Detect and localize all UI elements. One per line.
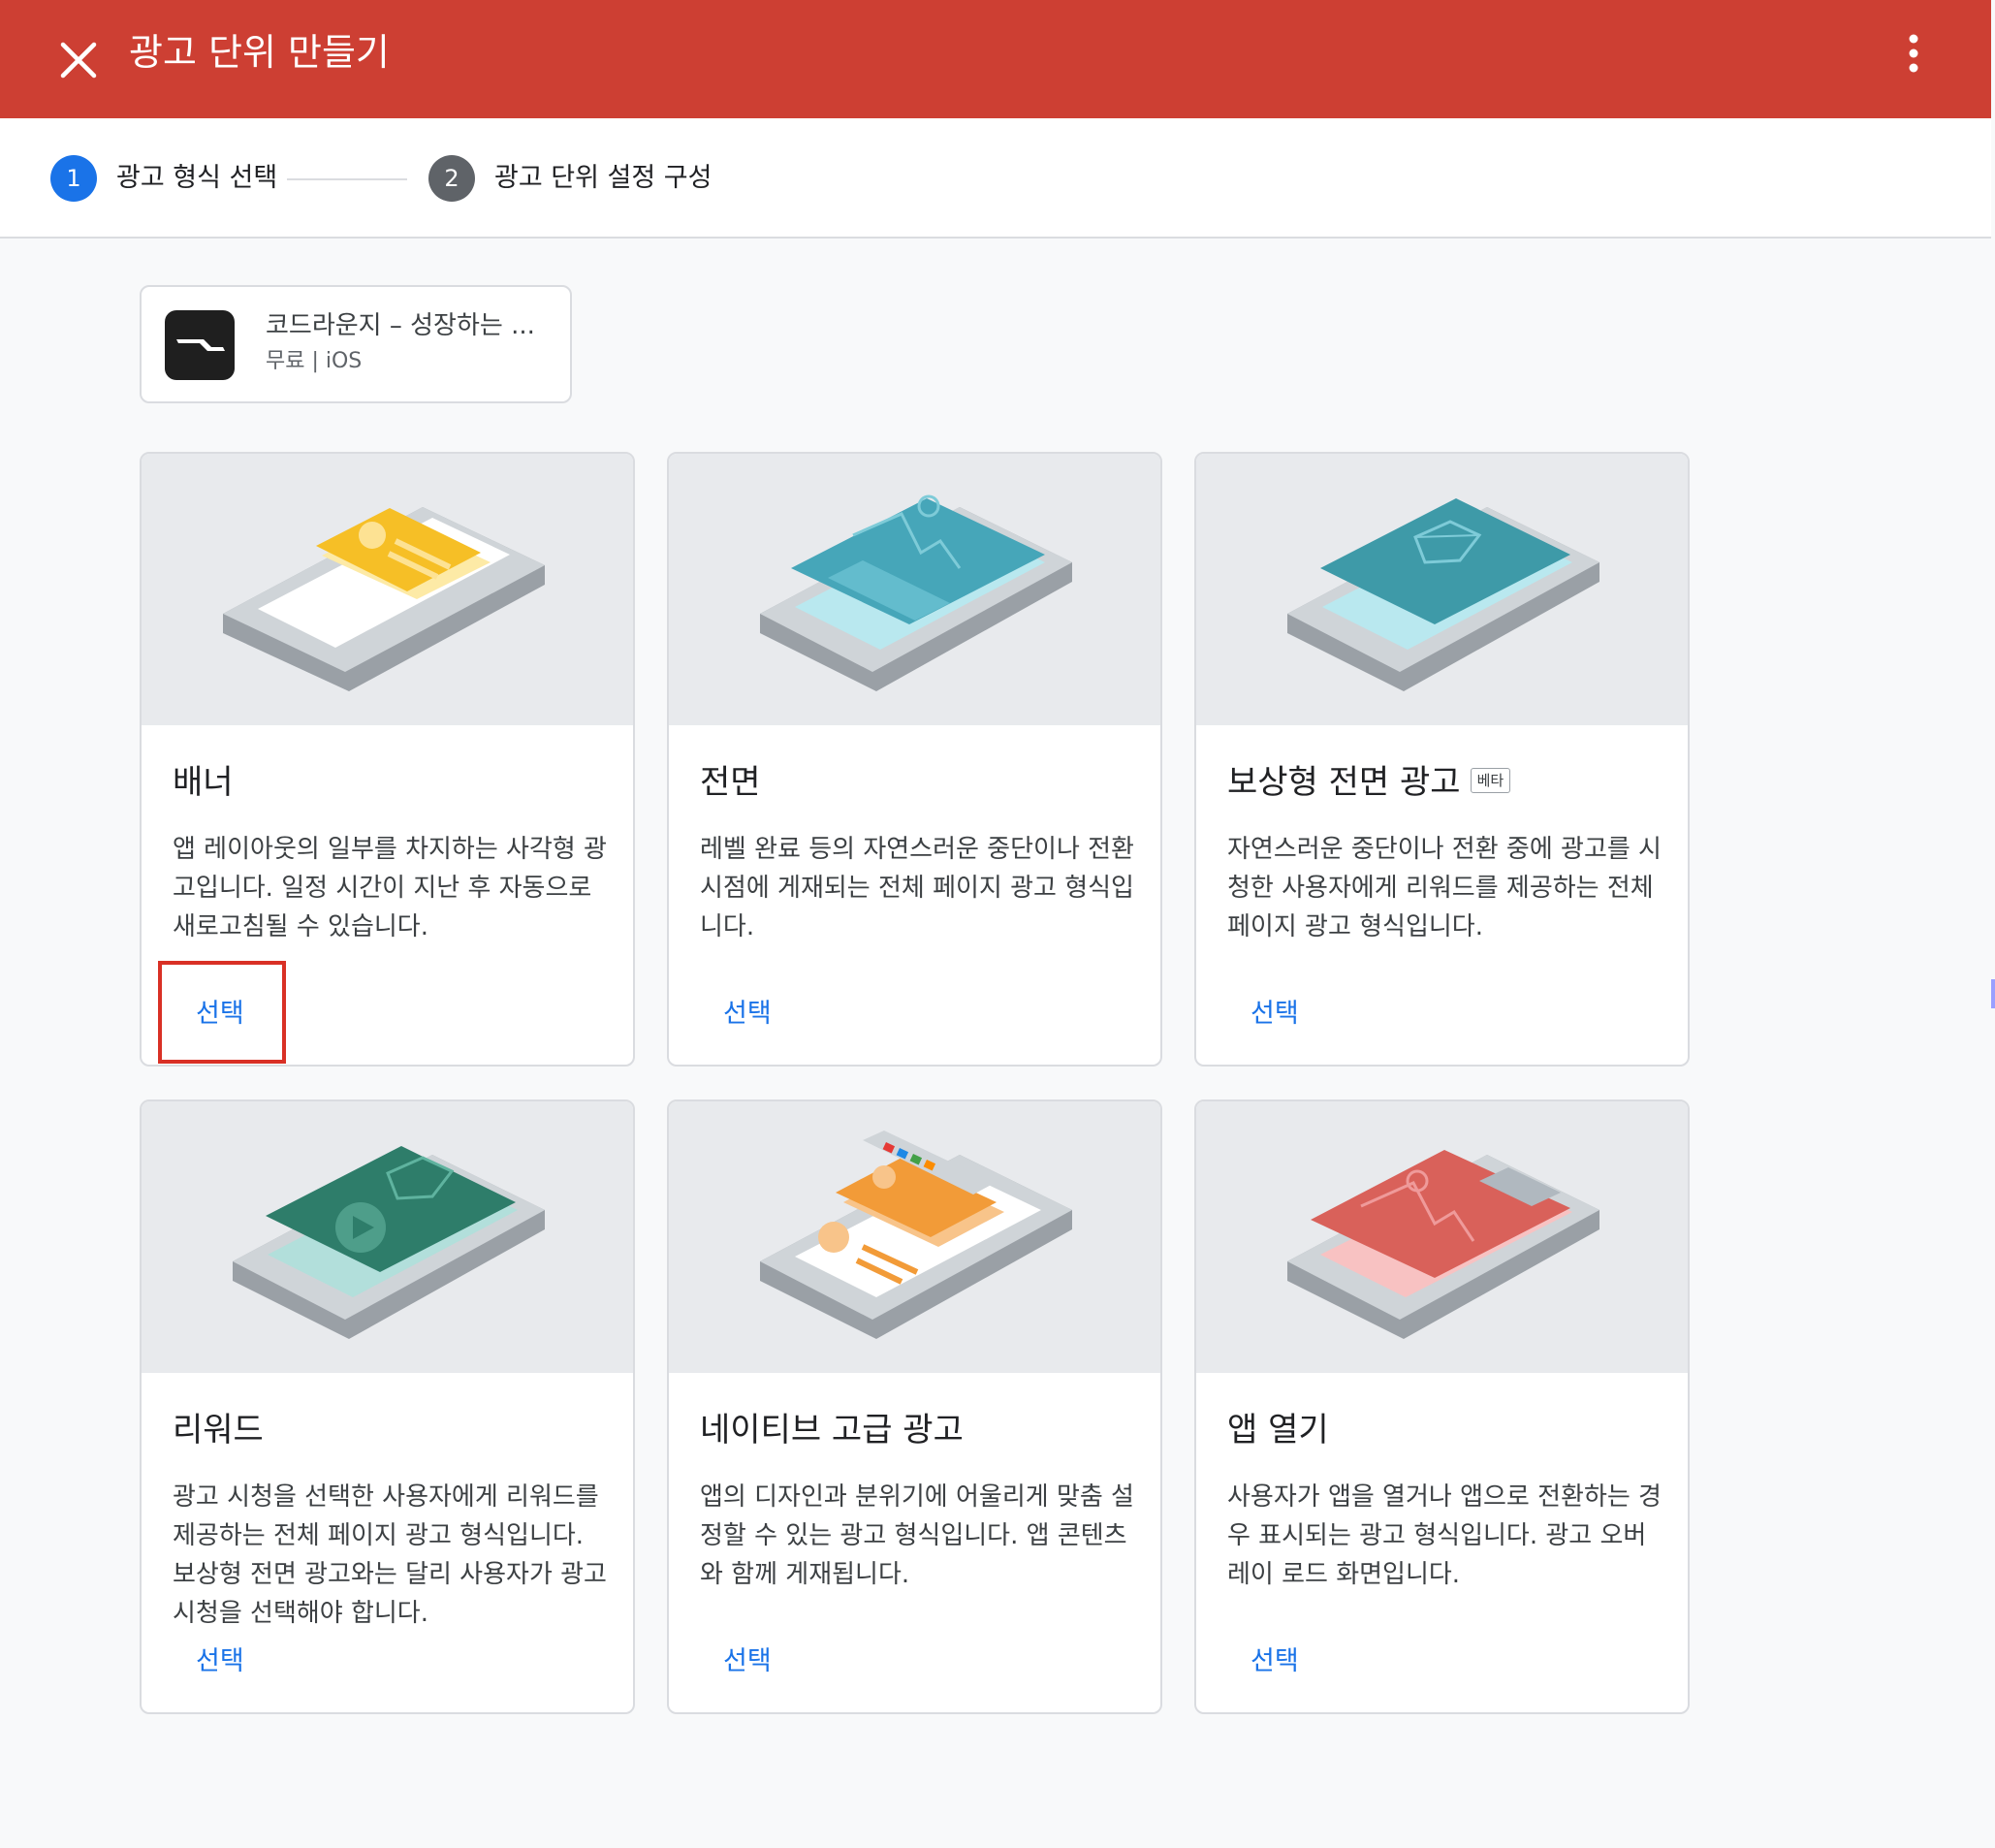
more-vert-icon [1909, 34, 1918, 73]
app-open-illustration [1196, 1101, 1688, 1373]
format-title-rewarded-interstitial-text: 보상형 전면 광고 [1227, 763, 1461, 802]
native-advanced-illustration [669, 1101, 1160, 1373]
format-title-rewarded-interstitial: 보상형 전면 광고 베타 [1227, 760, 1511, 805]
step-1-label: 광고 형식 선택 [116, 163, 278, 193]
format-title-banner: 배너 [173, 763, 234, 802]
format-desc-native-advanced: 앱의 디자인과 분위기에 어울리게 맞춤 설정할 수 있는 광고 형식입니다. … [700, 1482, 1134, 1589]
step-connector [287, 178, 407, 180]
format-card-interstitial: 전면 레벨 완료 등의 자연스러운 중단이나 전환 시점에 게재되는 전체 페이… [667, 452, 1162, 1067]
stepper: 1 광고 형식 선택 2 광고 단위 설정 구성 [0, 118, 1991, 239]
step-2-number: 2 [428, 155, 475, 202]
format-title-app-open: 앱 열기 [1227, 1411, 1329, 1450]
close-button[interactable] [53, 35, 104, 85]
rewarded-illustration [142, 1101, 633, 1373]
format-card-app-open: 앱 열기 사용자가 앱을 열거나 앱으로 전환하는 경우 표시되는 광고 형식입… [1194, 1099, 1690, 1714]
step-2-label: 광고 단위 설정 구성 [494, 163, 712, 193]
select-button-rewarded-interstitial[interactable]: 선택 [1251, 995, 1299, 1034]
page-title: 광고 단위 만들기 [129, 31, 390, 74]
format-desc-banner: 앱 레이아웃의 일부를 차지하는 사각형 광고입니다. 일정 시간이 지난 후 … [173, 835, 607, 941]
format-desc-rewarded-interstitial: 자연스러운 중단이나 전환 중에 광고를 시청한 사용자에게 리워드를 제공하는… [1227, 835, 1662, 941]
select-button-interstitial[interactable]: 선택 [723, 995, 772, 1034]
format-card-native-advanced: 네이티브 고급 광고 앱의 디자인과 분위기에 어울리게 맞춤 설정할 수 있는… [667, 1099, 1162, 1714]
format-title-rewarded: 리워드 [173, 1411, 264, 1450]
select-button-app-open[interactable]: 선택 [1251, 1642, 1299, 1681]
top-app-bar: 광고 단위 만들기 [0, 0, 1991, 118]
select-button-rewarded[interactable]: 선택 [196, 1642, 244, 1681]
format-title-interstitial: 전면 [700, 763, 761, 802]
format-desc-interstitial: 레벨 완료 등의 자연스러운 중단이나 전환 시점에 게재되는 전체 페이지 광… [700, 835, 1134, 941]
scroll-indicator [1991, 979, 1995, 1008]
rewarded-interstitial-illustration [1196, 454, 1688, 725]
app-selector-card[interactable]: 코드라운지 – 성장하는 ... 무료 | iOS [140, 285, 572, 403]
banner-illustration [142, 454, 633, 725]
select-highlight-box [158, 961, 286, 1064]
close-icon [60, 42, 97, 79]
app-name: 코드라운지 – 성장하는 ... [266, 311, 535, 340]
format-title-native-advanced: 네이티브 고급 광고 [700, 1411, 964, 1450]
format-desc-app-open: 사용자가 앱을 열거나 앱으로 전환하는 경우 표시되는 광고 형식입니다. 광… [1227, 1482, 1662, 1589]
app-logo [165, 310, 235, 380]
app-platform: 무료 | iOS [266, 349, 363, 373]
format-card-rewarded: 리워드 광고 시청을 선택한 사용자에게 리워드를 제공하는 전체 페이지 광고… [140, 1099, 635, 1714]
step-1-number: 1 [50, 155, 97, 202]
format-card-rewarded-interstitial: 보상형 전면 광고 베타 자연스러운 중단이나 전환 중에 광고를 시청한 사용자… [1194, 452, 1690, 1067]
more-options-button[interactable] [1890, 29, 1937, 78]
select-button-native-advanced[interactable]: 선택 [723, 1642, 772, 1681]
interstitial-illustration [669, 454, 1160, 725]
format-desc-rewarded: 광고 시청을 선택한 사용자에게 리워드를 제공하는 전체 페이지 광고 형식입… [173, 1482, 607, 1628]
beta-badge: 베타 [1470, 767, 1511, 793]
